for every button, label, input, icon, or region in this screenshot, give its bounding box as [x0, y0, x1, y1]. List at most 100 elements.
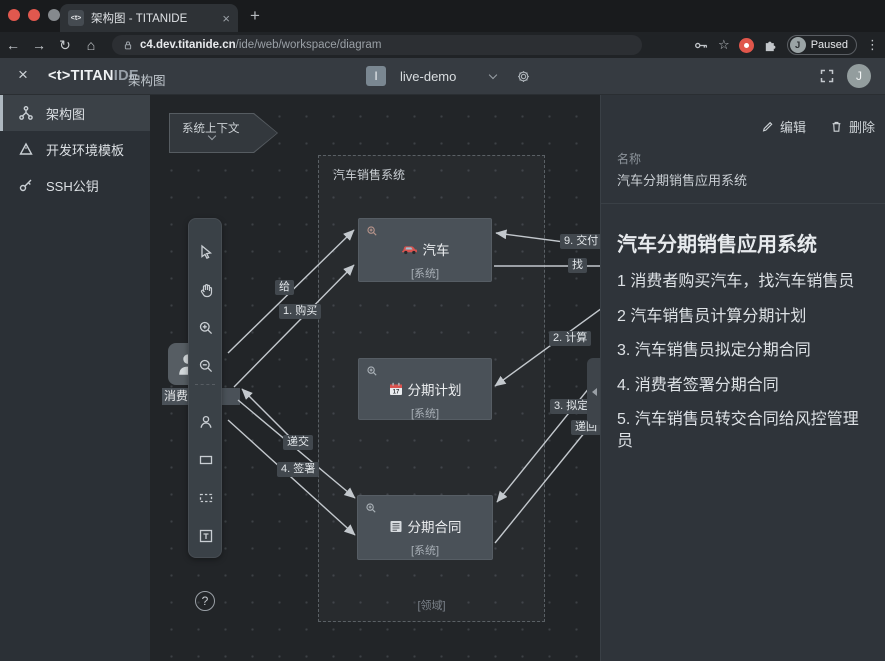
edit-button-label: 编辑: [780, 117, 806, 136]
settings-gear-icon[interactable]: [516, 69, 531, 84]
app-header: × <t>TITANIDE 架构图 I live-demo J: [0, 58, 885, 95]
user-avatar[interactable]: J: [847, 64, 871, 88]
password-key-icon[interactable]: [694, 38, 709, 53]
edge-label[interactable]: 2. 计算: [549, 331, 591, 346]
add-box-tool-icon[interactable]: [198, 452, 214, 468]
window-close-button[interactable]: [8, 9, 20, 21]
lock-icon: [122, 39, 134, 52]
tool-palette: [188, 218, 222, 558]
zoom-in-node-icon[interactable]: [366, 365, 378, 377]
workspace-selector[interactable]: I live-demo: [366, 66, 531, 86]
tab-title: 架构图 - TITANIDE: [91, 10, 216, 26]
profile-avatar: J: [790, 37, 806, 53]
node-installment-contract[interactable]: 分期合同 [系统]: [357, 495, 493, 560]
select-tool-icon[interactable]: [198, 244, 214, 260]
zoom-in-tool-icon[interactable]: [198, 320, 214, 336]
home-icon[interactable]: ⌂: [78, 37, 104, 53]
workspace-name: live-demo: [400, 69, 456, 84]
node-car[interactable]: 汽车 [系统]: [358, 218, 492, 282]
delete-button[interactable]: 删除: [830, 117, 875, 136]
diagram-branch-icon: [18, 105, 34, 121]
forward-icon[interactable]: →: [26, 37, 52, 53]
sidebar-item-ssh-key[interactable]: SSH公钥: [0, 167, 150, 203]
pencil-icon: [761, 120, 774, 133]
edit-button[interactable]: 编辑: [761, 117, 806, 136]
node-type: [系统]: [359, 405, 491, 431]
edge-label[interactable]: 1. 购买: [279, 304, 321, 319]
panel-divider: [601, 203, 885, 204]
sidebar-item-diagram[interactable]: 架构图: [0, 95, 150, 131]
add-person-tool-icon[interactable]: [198, 414, 214, 430]
extensions-puzzle-icon[interactable]: [763, 38, 778, 53]
tab-close-icon[interactable]: ×: [222, 11, 230, 26]
logo-titan: TITAN: [71, 68, 114, 84]
zoom-in-node-icon[interactable]: [366, 225, 378, 237]
browser-toolbar: ← → ↻ ⌂ c4.dev.titanide.cn/ide/web/works…: [0, 32, 885, 58]
toolbar-right: ☆ J Paused ⋮: [694, 32, 879, 58]
reload-icon[interactable]: ↻: [52, 37, 78, 54]
sidebar: 架构图 开发环境模板 SSH公钥: [0, 95, 150, 661]
svg-text:17: 17: [392, 390, 399, 396]
back-icon[interactable]: ←: [0, 37, 26, 53]
edge-label[interactable]: 给: [275, 280, 294, 295]
window-minimize-button[interactable]: [28, 9, 40, 21]
profile-status: Paused: [811, 39, 848, 51]
edge-label[interactable]: 9. 交付: [560, 234, 600, 249]
sidebar-item-dev-env-template[interactable]: 开发环境模板: [0, 131, 150, 167]
url-path: /ide/web/workspace/diagram: [236, 39, 382, 51]
fullscreen-icon[interactable]: [819, 68, 835, 84]
node-title: 汽车: [423, 239, 450, 259]
edge-label[interactable]: 4. 签署: [277, 462, 319, 477]
browser-profile-button[interactable]: J Paused: [787, 35, 857, 55]
app-close-icon[interactable]: ×: [18, 65, 28, 85]
new-tab-button[interactable]: +: [250, 6, 260, 26]
zoom-out-tool-icon[interactable]: [198, 358, 214, 374]
zoom-in-node-icon[interactable]: [365, 502, 377, 514]
app-logo: <t>TITANIDE: [48, 68, 139, 84]
doc-item: 5. 汽车销售员转交合同给风控管理员: [617, 409, 871, 452]
trash-icon: [830, 120, 843, 133]
doc-item: 3. 汽车销售员拟定分期合同: [617, 340, 871, 362]
doc-item: 2 汽车销售员计算分期计划: [617, 306, 871, 328]
url-domain: c4.dev.titanide.cn: [140, 39, 236, 51]
edge-label[interactable]: 递交: [283, 435, 313, 450]
chevron-down-icon[interactable]: [489, 70, 497, 78]
document-icon: [389, 520, 403, 533]
panel-collapse-handle[interactable]: [587, 358, 600, 425]
add-boundary-tool-icon[interactable]: [198, 490, 214, 506]
sidebar-item-label: 开发环境模板: [46, 140, 124, 159]
help-button[interactable]: ?: [195, 591, 215, 611]
tab-favicon: <t>: [68, 10, 84, 26]
boundary-tag: [领域]: [319, 597, 544, 613]
details-panel: 编辑 删除 名称 汽车分期销售应用系统 汽车分期销售应用系统 1 消费者购买汽车…: [600, 95, 885, 661]
delete-button-label: 删除: [849, 117, 875, 136]
header-page-title: 架构图: [128, 70, 166, 89]
edge-label[interactable]: 找: [568, 258, 587, 273]
doc-body: 1 消费者购买汽车，找汽车销售员 2 汽车销售员计算分期计划 3. 汽车销售员拟…: [617, 271, 871, 466]
doc-item: 4. 消费者签署分期合同: [617, 375, 871, 397]
key-icon: [18, 177, 34, 193]
doc-heading: 汽车分期销售应用系统: [617, 228, 817, 257]
name-field-value: 汽车分期销售应用系统: [617, 170, 747, 189]
window-zoom-button[interactable]: [48, 9, 60, 21]
node-type: [系统]: [358, 542, 492, 568]
calendar-icon: 17: [389, 382, 403, 396]
browser-tab[interactable]: <t> 架构图 - TITANIDE ×: [60, 4, 238, 32]
diagram-canvas[interactable]: 系统上下文 汽车销售系统 [领域] 消费者 汽车 [系统] 17 分期计划: [150, 95, 600, 661]
chevron-left-icon: [592, 388, 597, 396]
browser-menu-icon[interactable]: ⋮: [866, 37, 879, 53]
pan-hand-tool-icon[interactable]: [198, 282, 214, 298]
edge-label[interactable]: 3. 拟定: [550, 399, 592, 414]
browser-tabstrip: <t> 架构图 - TITANIDE × +: [0, 0, 885, 32]
name-field-label: 名称: [617, 150, 641, 167]
node-installment-plan[interactable]: 17 分期计划 [系统]: [358, 358, 492, 420]
context-level-selector[interactable]: 系统上下文: [169, 113, 278, 153]
bookmark-star-icon[interactable]: ☆: [718, 37, 730, 53]
add-text-tool-icon[interactable]: [198, 528, 214, 544]
address-bar[interactable]: c4.dev.titanide.cn/ide/web/workspace/dia…: [112, 35, 642, 55]
boundary-title: 汽车销售系统: [333, 166, 405, 183]
doc-item: 1 消费者购买汽车，找汽车销售员: [617, 271, 871, 293]
extension-badge-icon[interactable]: [739, 38, 754, 53]
template-icon: [18, 141, 34, 157]
node-title: 分期计划: [408, 379, 462, 399]
